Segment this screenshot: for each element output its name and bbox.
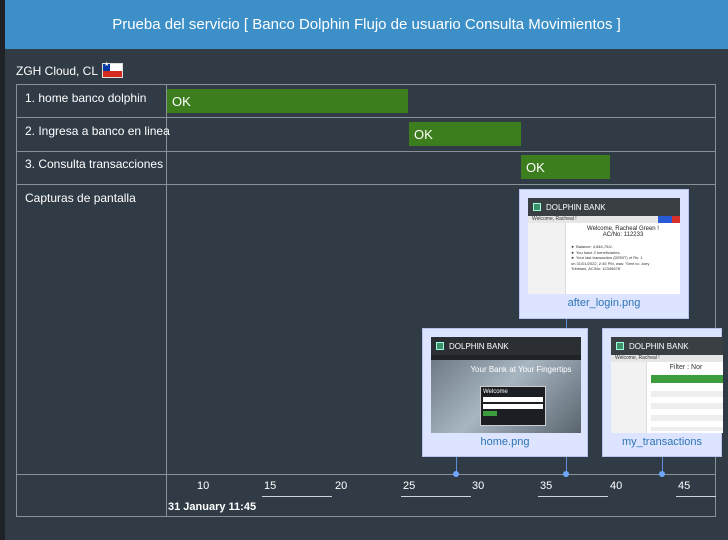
row-divider bbox=[17, 184, 715, 185]
screenshot-caption-home[interactable]: home.png bbox=[423, 436, 587, 448]
results-grid: 1. home banco dolphin 2. Ingresa a banco… bbox=[16, 84, 723, 517]
timeline-scale-line bbox=[262, 496, 332, 497]
bank-logo-icon bbox=[436, 342, 444, 350]
preview-topbar: DOLPHIN BANK bbox=[611, 337, 723, 355]
home-preview: DOLPHIN BANK Your Bank at Your Fingertip… bbox=[431, 337, 581, 433]
screenshot-caption-my-transactions[interactable]: my_transactions bbox=[603, 436, 721, 448]
step-3-status: OK bbox=[526, 159, 545, 175]
preview-topbar: DOLPHIN BANK bbox=[431, 337, 581, 355]
bank-logo-icon bbox=[533, 203, 541, 211]
label-column-divider bbox=[166, 85, 167, 516]
timeline-marker[interactable] bbox=[453, 471, 459, 477]
timeline-marker[interactable] bbox=[659, 471, 665, 477]
timeline-tick: 45 bbox=[678, 480, 691, 492]
timeline-tick: 15 bbox=[264, 480, 277, 492]
location-row: ZGH Cloud, CL ★ bbox=[16, 62, 124, 78]
screenshot-caption-after-login[interactable]: after_login.png bbox=[520, 297, 688, 309]
preview-welcome-bar: Welcome, Racheal ! bbox=[528, 216, 680, 223]
timeline-date: 31 January 11:45 bbox=[168, 501, 257, 513]
step-2-status: OK bbox=[414, 126, 433, 142]
timeline-tick: 20 bbox=[335, 480, 348, 492]
timeline-tick: 10 bbox=[197, 480, 210, 492]
preview-table-header bbox=[651, 375, 723, 383]
row-divider bbox=[17, 151, 715, 152]
step-3-label: 3. Consulta transacciones bbox=[25, 157, 164, 171]
preview-login-box: Welcome bbox=[480, 386, 546, 426]
modal-title: Prueba del servicio [ Banco Dolphin Fluj… bbox=[112, 16, 621, 33]
step-3-status-bar[interactable]: OK bbox=[521, 155, 610, 179]
test-result-modal: Prueba del servicio [ Banco Dolphin Fluj… bbox=[5, 0, 728, 540]
row-divider bbox=[17, 117, 715, 118]
timeline-tick: 25 bbox=[403, 480, 416, 492]
my-transactions-preview: DOLPHIN BANK Welcome, Racheal ! Filter :… bbox=[611, 337, 723, 433]
preview-table-rows bbox=[651, 385, 723, 431]
timeline-tick: 35 bbox=[540, 480, 553, 492]
after-login-preview: DOLPHIN BANK Welcome, Racheal ! Welcome,… bbox=[528, 198, 680, 294]
timeline-tick: 40 bbox=[610, 480, 623, 492]
preview-topbar: DOLPHIN BANK bbox=[528, 198, 680, 216]
step-1-status: OK bbox=[172, 93, 191, 109]
chile-flag-icon: ★ bbox=[102, 62, 124, 78]
step-1-label: 1. home banco dolphin bbox=[25, 91, 147, 105]
location-label: ZGH Cloud, CL bbox=[16, 63, 99, 78]
modal-header: Prueba del servicio [ Banco Dolphin Fluj… bbox=[5, 0, 728, 49]
screenshot-thumbnail-my-transactions[interactable]: DOLPHIN BANK Welcome, Racheal ! Filter :… bbox=[602, 328, 723, 457]
screenshot-thumbnail-home[interactable]: DOLPHIN BANK Your Bank at Your Fingertip… bbox=[422, 328, 588, 457]
timeline-tick: 30 bbox=[472, 480, 485, 492]
preview-filter: Filter : Nor bbox=[669, 364, 703, 371]
preview-side-menu bbox=[528, 223, 566, 294]
screenshots-label: Capturas de pantalla bbox=[25, 191, 136, 205]
timeline-scale-line bbox=[676, 496, 716, 497]
preview-summary: ► Balance: 4,846,752/- ► You have 2 bene… bbox=[571, 244, 650, 271]
preview-welcome-text: Welcome, Racheal Green ! AC/No: 112233 bbox=[587, 226, 659, 238]
step-1-status-bar[interactable]: OK bbox=[167, 89, 408, 113]
preview-tagline: Your Bank at Your Fingertips bbox=[470, 365, 572, 374]
timeline-marker[interactable] bbox=[563, 471, 569, 477]
screenshot-thumbnail-after-login[interactable]: DOLPHIN BANK Welcome, Racheal ! Welcome,… bbox=[519, 189, 689, 319]
bank-logo-icon bbox=[616, 342, 624, 350]
row-divider bbox=[17, 474, 715, 475]
preview-side-menu bbox=[611, 362, 647, 433]
step-2-status-bar[interactable]: OK bbox=[409, 122, 521, 146]
step-2-label: 2. Ingresa a banco en linea bbox=[25, 124, 170, 138]
timeline-scale-line bbox=[401, 496, 471, 497]
timeline-scale-line bbox=[538, 496, 608, 497]
preview-welcome-bar: Welcome, Racheal ! bbox=[611, 355, 723, 362]
